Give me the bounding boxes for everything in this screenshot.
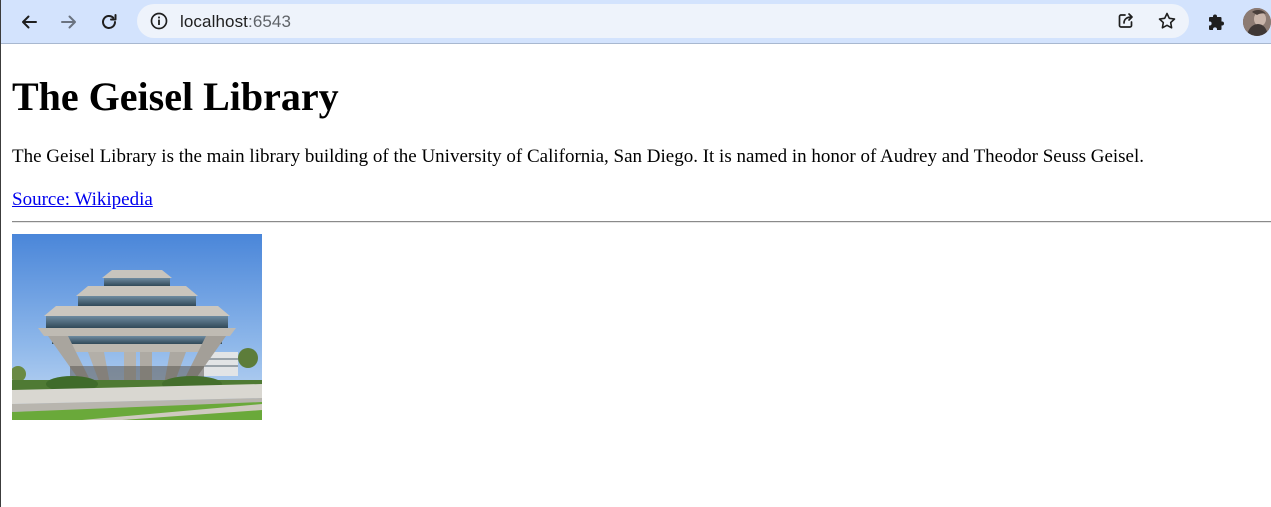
page-title: The Geisel Library xyxy=(12,74,339,119)
reload-icon xyxy=(102,14,117,29)
library-photo xyxy=(12,234,262,420)
profile-photo xyxy=(1243,8,1271,36)
arrow-left-icon xyxy=(22,15,37,29)
url-host: localhost xyxy=(180,12,248,31)
address-bar[interactable]: localhost:6543 xyxy=(137,4,1189,38)
url-text[interactable]: localhost:6543 xyxy=(180,12,291,32)
page-description: The Geisel Library is the main library b… xyxy=(12,146,1145,167)
extensions-button[interactable] xyxy=(1201,6,1233,38)
avatar[interactable] xyxy=(1243,8,1271,36)
puzzle-icon xyxy=(1209,14,1224,30)
source-link[interactable]: Source: Wikipedia xyxy=(12,189,153,211)
reload-button[interactable] xyxy=(93,6,125,38)
browser-toolbar: localhost:6543 xyxy=(1,0,1271,44)
forward-button[interactable] xyxy=(53,6,85,38)
url-port: :6543 xyxy=(248,12,292,31)
back-button[interactable] xyxy=(13,6,45,38)
arrow-right-icon xyxy=(61,15,76,29)
share-icon[interactable] xyxy=(1116,11,1136,31)
horizontal-rule xyxy=(12,221,1271,223)
geisel-library-image xyxy=(12,234,262,420)
star-icon[interactable] xyxy=(1157,11,1177,31)
info-icon[interactable] xyxy=(149,11,169,31)
